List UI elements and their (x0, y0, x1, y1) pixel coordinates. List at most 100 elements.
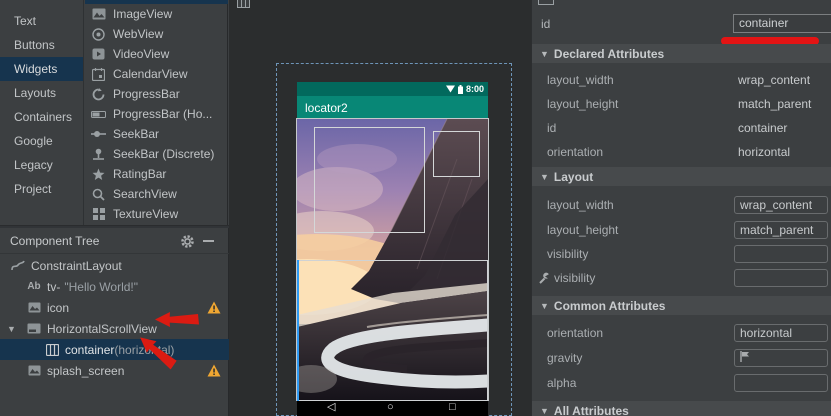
attribute-row: layout_height match_parent (532, 218, 831, 242)
chevron-collapse-icon: ▼ (540, 172, 549, 182)
widget-item-searchview[interactable]: SearchView (85, 184, 227, 204)
status-clock: 8:00 (466, 84, 484, 94)
component-tree-panel: Component Tree ConstraintLayout Ab tv- "… (0, 228, 229, 416)
attribute-row: visibility (532, 266, 831, 290)
linearlayout-horizontal-icon (44, 343, 60, 357)
attribute-value[interactable]: container (738, 121, 787, 135)
tree-item-text-value: "Hello World!" (64, 280, 138, 294)
widget-item-seekbar[interactable]: SeekBar (85, 124, 227, 144)
app-bar-title: locator2 (305, 101, 348, 115)
chevron-expand-icon[interactable]: ▼ (7, 324, 16, 334)
alpha-field[interactable] (734, 374, 828, 392)
widget-item-textureview[interactable]: TextureView (85, 204, 227, 224)
tree-item-label: splash_screen (47, 364, 124, 378)
textureview-icon (91, 207, 106, 221)
design-surface[interactable]: 8:00 locator2 (229, 0, 531, 416)
nav-back-icon: ◁ (327, 400, 335, 415)
seekbar-icon (91, 127, 106, 141)
warning-icon[interactable] (207, 301, 221, 314)
id-input-field[interactable]: container (733, 14, 831, 33)
searchview-magnifier-icon (91, 187, 106, 201)
section-header-all-attributes[interactable]: ▼ All Attributes (532, 401, 831, 416)
gravity-flags-field[interactable] (734, 349, 828, 367)
attribute-row: visibility (532, 242, 831, 266)
widget-item-label: ImageView (113, 7, 172, 21)
tree-item-constraintlayout[interactable]: ConstraintLayout (0, 255, 229, 276)
tree-item-splash-screen[interactable]: splash_screen (0, 360, 229, 381)
attribute-row: layout_height match_parent (532, 92, 831, 116)
palette-category-layouts[interactable]: Layouts (0, 81, 83, 105)
minimize-icon[interactable] (203, 240, 214, 242)
tree-item-suffix: (horizontal) (114, 343, 174, 357)
widget-item-label: WebView (113, 27, 163, 41)
battery-icon (458, 85, 463, 94)
tree-item-textview[interactable]: Ab tv- "Hello World!" (0, 276, 229, 297)
tree-item-icon[interactable]: icon (0, 297, 229, 318)
tree-item-container-selected[interactable]: container (horizontal) (0, 339, 229, 360)
attribute-label: orientation (547, 326, 603, 340)
chevron-collapse-icon: ▼ (540, 301, 549, 311)
attribute-row: layout_width wrap_content (532, 193, 831, 217)
widget-item-seekbar-discrete[interactable]: SeekBar (Discrete) (85, 144, 227, 164)
widget-item-progressbar[interactable]: ProgressBar (85, 84, 227, 104)
section-header-declared-attributes[interactable]: ▼ Declared Attributes (532, 44, 831, 63)
imageview-icon (91, 7, 106, 21)
palette-category-widgets[interactable]: Widgets (0, 57, 83, 81)
horizontalscrollview-icon (26, 322, 42, 336)
layout-height-combobox[interactable]: match_parent (734, 221, 828, 239)
gear-icon[interactable] (180, 234, 195, 249)
attribute-label: alpha (547, 376, 576, 390)
section-header-common-attributes[interactable]: ▼ Common Attributes (532, 296, 831, 315)
seekbar-discrete-icon (91, 147, 106, 161)
chevron-collapse-icon: ▼ (540, 49, 549, 59)
attribute-label: layout_height (547, 223, 618, 237)
orientation-combobox[interactable]: horizontal (734, 324, 828, 342)
progressbar-horizontal-icon (91, 107, 106, 121)
widget-item-calendarview[interactable]: CalendarView (85, 64, 227, 84)
palette-category-containers[interactable]: Containers (0, 105, 83, 129)
palette-category-google[interactable]: Google (0, 129, 83, 153)
widget-item-label: RatingBar (113, 167, 166, 181)
attribute-row: orientation horizontal (532, 140, 831, 164)
visibility-combobox[interactable] (734, 245, 828, 263)
palette-category-list: Text Buttons Widgets Layouts Containers … (0, 0, 84, 225)
widget-item-label: VideoView (113, 47, 169, 61)
section-title: Common Attributes (554, 299, 666, 313)
tree-item-horizontalscrollview[interactable]: ▼ HorizontalScrollView (0, 318, 229, 339)
attribute-value[interactable]: horizontal (738, 145, 790, 159)
progressbar-icon (91, 87, 106, 101)
widget-item-label: SearchView (113, 187, 177, 201)
widget-item-imageview[interactable]: ImageView (85, 4, 227, 24)
warning-icon[interactable] (207, 364, 221, 377)
palette-category-project[interactable]: Project (0, 177, 83, 201)
layout-width-combobox[interactable]: wrap_content (734, 196, 828, 214)
attribute-label: visibility (554, 271, 595, 285)
wrench-icon (538, 272, 550, 284)
component-tree-title: Component Tree (10, 234, 99, 248)
widget-item-progressbar-horizontal[interactable]: ProgressBar (Ho... (85, 104, 227, 124)
nav-home-icon: ○ (387, 400, 394, 415)
widget-item-ratingbar[interactable]: RatingBar (85, 164, 227, 184)
section-title: Layout (554, 170, 593, 184)
section-header-layout[interactable]: ▼ Layout (532, 167, 831, 186)
attribute-label: gravity (547, 351, 582, 365)
attribute-label: visibility (547, 247, 588, 261)
attribute-value[interactable]: wrap_content (738, 73, 810, 87)
attribute-row: layout_width wrap_content (532, 68, 831, 92)
widget-item-webview[interactable]: WebView (85, 24, 227, 44)
chevron-collapse-icon: ▼ (540, 406, 549, 416)
imageview-icon (26, 301, 42, 315)
palette-category-buttons[interactable]: Buttons (0, 33, 83, 57)
widget-item-videoview[interactable]: VideoView (85, 44, 227, 64)
view-bounds-container-selected[interactable] (297, 260, 488, 401)
attribute-value[interactable]: match_parent (738, 97, 811, 111)
tools-visibility-combobox[interactable] (734, 269, 828, 287)
widget-item-label: ProgressBar (Ho... (113, 107, 212, 121)
attribute-label: layout_height (547, 97, 618, 111)
view-bounds-imageview[interactable] (314, 127, 425, 233)
attribute-label: orientation (547, 145, 603, 159)
tree-item-label: tv- (47, 280, 60, 294)
palette-category-text[interactable]: Text (0, 9, 83, 33)
view-bounds-small-view[interactable] (433, 131, 480, 177)
palette-category-legacy[interactable]: Legacy (0, 153, 83, 177)
